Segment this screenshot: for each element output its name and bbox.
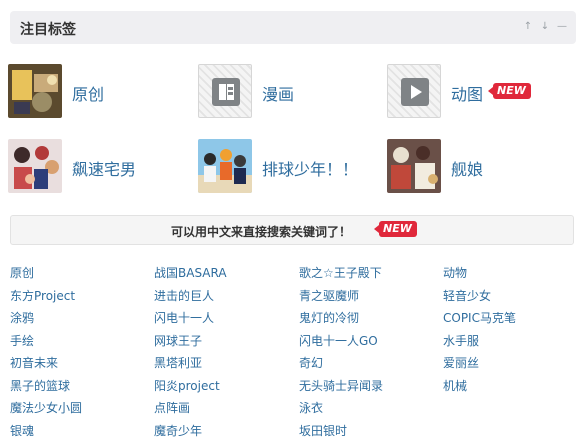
tag-link[interactable]: 魔奇少年 — [154, 422, 202, 439]
collapse-icon[interactable]: — — [557, 22, 567, 32]
tag-link[interactable]: 轻音少女 — [443, 287, 491, 304]
featured-tag-label: 舰娘 — [451, 160, 484, 179]
manga-placeholder-image — [198, 64, 252, 118]
featured-tag-kancolle[interactable]: 舰娘 — [387, 139, 567, 195]
tag-link[interactable]: 战国BASARA — [154, 264, 227, 281]
tag-link[interactable]: 进击的巨人 — [154, 287, 214, 304]
animated-placeholder-image — [387, 64, 441, 118]
haikyuu-thumbnail — [198, 139, 252, 193]
featured-tag-animated[interactable]: 动图 NEW — [387, 64, 567, 120]
tag-link[interactable]: 坂田银时 — [299, 422, 347, 439]
search-notice-bar: 可以用中文来直接搜索关键词了！ NEW — [10, 215, 574, 245]
tag-link[interactable]: 机械 — [443, 377, 467, 394]
search-notice-text: 可以用中文来直接搜索关键词了！ — [171, 225, 352, 239]
tag-link[interactable]: 奇幻 — [299, 354, 323, 371]
book-icon — [212, 78, 240, 106]
tag-link[interactable]: 初音未来 — [10, 354, 58, 371]
section-header: 注目标签 ↑ ↓ — — [10, 11, 576, 44]
featured-tag-label: 动图 — [451, 85, 484, 104]
tag-link[interactable]: 银魂 — [10, 422, 34, 439]
featured-tag-manga[interactable]: 漫画 — [198, 64, 378, 120]
tag-link[interactable]: 黑子的篮球 — [10, 377, 70, 394]
tag-link[interactable]: 青之驱魔师 — [299, 287, 359, 304]
featured-tag-yowamushi-pedal[interactable]: 飙速宅男 — [8, 139, 188, 195]
tag-link[interactable]: 阳炎project — [154, 377, 220, 394]
featured-tag-label: 漫画 — [262, 85, 295, 104]
yowamushi-pedal-thumbnail — [8, 139, 62, 193]
featured-tag-haikyuu[interactable]: 排球少年！！ — [198, 139, 378, 195]
tag-link[interactable]: 闪电十一人GO — [299, 332, 378, 349]
move-down-icon[interactable]: ↓ — [540, 22, 550, 32]
featured-tag-label: 排球少年！！ — [262, 160, 359, 179]
tag-link[interactable]: 水手服 — [443, 332, 479, 349]
tag-link[interactable]: 手绘 — [10, 332, 34, 349]
new-badge: NEW — [374, 221, 417, 237]
move-up-icon[interactable]: ↑ — [523, 22, 533, 32]
tag-link[interactable]: 鬼灯的冷彻 — [299, 309, 359, 326]
tag-link[interactable]: 泳衣 — [299, 399, 323, 416]
tag-link[interactable]: 黑塔利亚 — [154, 354, 202, 371]
tag-link[interactable]: 原创 — [10, 264, 34, 281]
original-thumbnail — [8, 64, 62, 118]
kancolle-thumbnail — [387, 139, 441, 193]
featured-tag-original[interactable]: 原创 — [8, 64, 188, 120]
tag-link[interactable]: 魔法少女小圆 — [10, 399, 82, 416]
featured-tag-label: 原创 — [72, 85, 105, 104]
tag-link[interactable]: 点阵画 — [154, 399, 190, 416]
tag-link[interactable]: 无头骑士异闻录 — [299, 377, 383, 394]
tag-link[interactable]: 涂鸦 — [10, 309, 34, 326]
featured-tag-label: 飙速宅男 — [72, 160, 137, 179]
section-title: 注目标签 — [20, 22, 76, 38]
tag-link[interactable]: 爱丽丝 — [443, 354, 479, 371]
tag-link[interactable]: 歌之☆王子殿下 — [299, 264, 382, 281]
tag-link[interactable]: 闪电十一人 — [154, 309, 214, 326]
tag-link[interactable]: 动物 — [443, 264, 467, 281]
new-badge: NEW — [488, 83, 531, 99]
tag-link[interactable]: COPIC马克笔 — [443, 309, 516, 326]
tag-link[interactable]: 东方Project — [10, 287, 75, 304]
tag-link[interactable]: 网球王子 — [154, 332, 202, 349]
play-icon — [401, 78, 429, 106]
